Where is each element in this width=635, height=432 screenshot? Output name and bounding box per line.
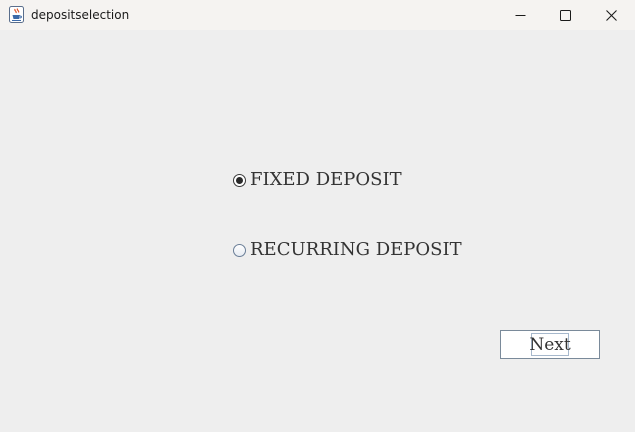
recurring-deposit-option[interactable]: RECURRING DEPOSIT	[233, 238, 462, 262]
java-cup-icon	[9, 6, 24, 23]
title-bar[interactable]: depositselection	[0, 0, 635, 30]
app-window: depositselection FIXED DEPOSIT RECURRING…	[0, 0, 635, 432]
fixed-deposit-radio[interactable]	[233, 173, 246, 187]
close-button[interactable]	[588, 0, 634, 30]
maximize-icon	[559, 9, 571, 21]
next-button[interactable]: Next	[500, 330, 600, 359]
window-title: depositselection	[31, 8, 130, 22]
fixed-deposit-option[interactable]: FIXED DEPOSIT	[233, 168, 402, 192]
minimize-icon	[515, 10, 526, 21]
fixed-deposit-label: FIXED DEPOSIT	[250, 169, 402, 190]
next-button-label: Next	[529, 333, 571, 356]
close-icon	[605, 9, 617, 21]
recurring-deposit-label: RECURRING DEPOSIT	[250, 239, 462, 260]
maximize-button[interactable]	[542, 0, 588, 30]
recurring-deposit-radio[interactable]	[233, 243, 246, 257]
minimize-button[interactable]	[497, 0, 543, 30]
